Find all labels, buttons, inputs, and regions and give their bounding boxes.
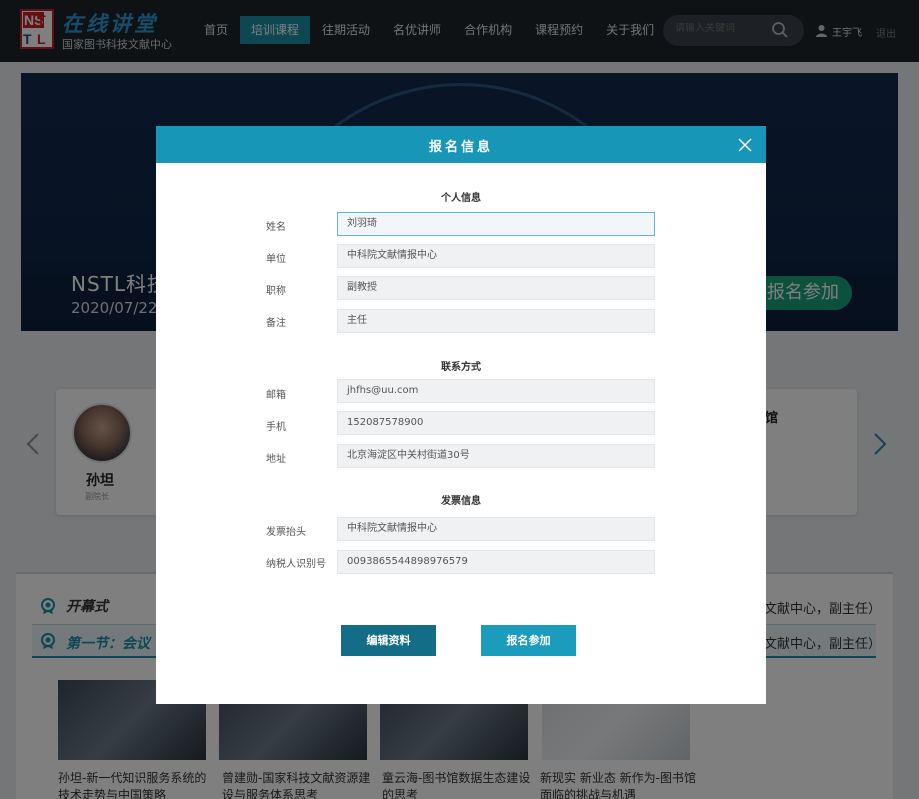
unit-label: 单位	[266, 254, 286, 265]
edit-profile-button[interactable]: 编辑资料	[341, 625, 436, 656]
registration-modal: 报名信息 个人信息 姓名 刘羽琦 单位 中科院文献情报中心 职称 副教授 备注 …	[156, 126, 766, 704]
remark-field[interactable]: 主任	[337, 309, 655, 333]
contact-heading: 联系方式	[441, 362, 481, 373]
email-field[interactable]: jhfhs@uu.com	[337, 379, 655, 403]
phone-label: 手机	[266, 422, 286, 433]
close-icon[interactable]	[738, 138, 752, 152]
invoice-heading: 发票信息	[441, 496, 481, 507]
address-label: 地址	[266, 454, 286, 465]
personal-info-heading: 个人信息	[441, 193, 481, 204]
tax-id-label: 纳税人识别号	[266, 559, 326, 570]
invoice-title-label: 发票抬头	[266, 527, 306, 538]
invoice-title-field[interactable]: 中科院文献情报中心	[337, 517, 655, 541]
name-label: 姓名	[266, 222, 286, 233]
register-button[interactable]: 报名参加	[481, 625, 576, 656]
remark-label: 备注	[266, 318, 286, 329]
job-title-field[interactable]: 副教授	[337, 276, 655, 300]
phone-field[interactable]: 152087578900	[337, 411, 655, 435]
modal-title: 报名信息	[428, 140, 493, 155]
email-label: 邮箱	[266, 390, 286, 401]
unit-field[interactable]: 中科院文献情报中心	[337, 244, 655, 268]
tax-id-field[interactable]: 0093865544898976579	[337, 550, 655, 574]
title-label: 职称	[266, 286, 286, 297]
address-field[interactable]: 北京海淀区中关村街道30号	[337, 444, 655, 468]
name-field[interactable]: 刘羽琦	[337, 212, 655, 236]
modal-header: 报名信息	[156, 126, 766, 163]
